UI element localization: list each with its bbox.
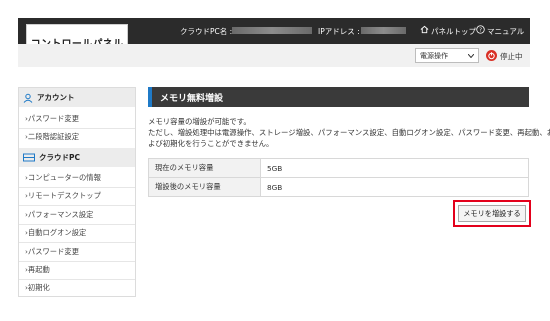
sidebar-section-cloudpc: クラウドPC bbox=[19, 148, 135, 167]
table-row: 現在のメモリ容量 5GB bbox=[148, 158, 529, 178]
memory-table: 現在のメモリ容量 5GB 増設後のメモリ容量 8GB bbox=[148, 158, 529, 197]
help-icon[interactable]: ? bbox=[476, 25, 485, 34]
description-line-1: メモリ容量の増設が可能です。 bbox=[148, 117, 251, 126]
divider bbox=[19, 128, 135, 129]
power-select[interactable]: 電源操作 bbox=[415, 48, 479, 63]
divider bbox=[19, 187, 135, 188]
sidebar-item-restart[interactable]: ›再起動 bbox=[25, 265, 50, 275]
sidebar-section-account: アカウント bbox=[19, 88, 135, 107]
power-icon[interactable] bbox=[486, 50, 497, 61]
sidebar-item-password-change[interactable]: ›パスワード変更 bbox=[25, 247, 79, 257]
monitor-icon bbox=[23, 153, 35, 161]
pc-name-mask bbox=[232, 27, 312, 34]
sidebar-item-2fa[interactable]: ›二段階認証設定 bbox=[25, 132, 79, 142]
ip-label: IPアドレス : bbox=[318, 27, 360, 36]
user-icon bbox=[23, 93, 33, 103]
sidebar-item-computer-info[interactable]: ›コンピューターの情報 bbox=[25, 173, 101, 183]
add-memory-button[interactable]: メモリを増設する bbox=[458, 205, 526, 222]
page-title-text: メモリ無料増設 bbox=[160, 93, 224, 104]
manual-link[interactable]: マニュアル bbox=[487, 26, 524, 37]
divider bbox=[19, 260, 135, 262]
ip-mask bbox=[361, 27, 406, 34]
svg-text:?: ? bbox=[479, 27, 482, 33]
row-label: 現在のメモリ容量 bbox=[148, 158, 261, 178]
sidebar-item-auto-logon[interactable]: ›自動ログオン設定 bbox=[25, 228, 86, 238]
power-select-value: 電源操作 bbox=[420, 51, 448, 60]
sidebar-item-initialize[interactable]: ›初期化 bbox=[25, 283, 50, 293]
sidebar-item-password[interactable]: ›パスワード変更 bbox=[25, 114, 79, 124]
row-label: 増設後のメモリ容量 bbox=[148, 177, 261, 197]
table-row: 増設後のメモリ容量 8GB bbox=[148, 177, 529, 197]
divider bbox=[19, 279, 135, 280]
description-line-2: ただし、増設処理中は電源操作、ストレージ増設、パフォーマンス設定、自動ログオン設… bbox=[148, 128, 550, 137]
sidebar-title-account: アカウント bbox=[37, 93, 75, 102]
sidebar-item-remote-desktop[interactable]: ›リモートデスクトップ bbox=[25, 191, 101, 201]
description-line-3: よび初期化を行うことができません。 bbox=[148, 139, 274, 148]
divider bbox=[19, 223, 135, 225]
row-value: 5GB bbox=[260, 158, 529, 178]
pc-name-label: クラウドPC名 : bbox=[180, 27, 233, 36]
row-value: 8GB bbox=[260, 177, 529, 197]
home-icon[interactable] bbox=[420, 25, 429, 34]
status-label: 停止中 bbox=[500, 52, 523, 61]
divider bbox=[19, 205, 135, 207]
page-title: メモリ無料増設 bbox=[148, 87, 529, 107]
sidebar-title-cloudpc: クラウドPC bbox=[39, 153, 81, 162]
sidebar-item-performance[interactable]: ›パフォーマンス設定 bbox=[25, 210, 93, 220]
panel-top-link[interactable]: パネルトップ bbox=[431, 26, 476, 37]
divider bbox=[19, 242, 135, 244]
chevron-down-icon bbox=[468, 53, 474, 58]
sidebar: アカウント ›パスワード変更 ›二段階認証設定 クラウドPC ›コンピューターの… bbox=[18, 87, 136, 297]
